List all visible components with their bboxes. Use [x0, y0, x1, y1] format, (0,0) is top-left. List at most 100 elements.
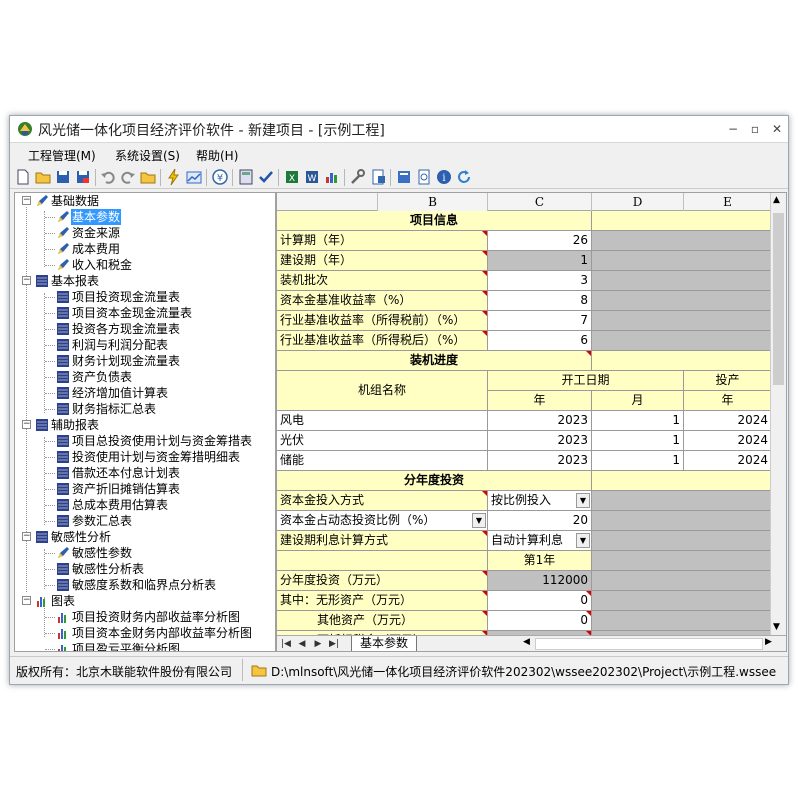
unit-month[interactable]: 1 [592, 451, 684, 471]
last-sheet-icon[interactable]: ▶| [327, 637, 341, 651]
open-folder-icon[interactable] [34, 168, 52, 186]
close-button[interactable]: ✕ [766, 119, 788, 139]
tree-item[interactable]: 项目资本金现金流量表 [71, 305, 193, 321]
tree-item[interactable]: 项目盈亏平衡分析图 [71, 641, 181, 651]
tree-group-label[interactable]: 基本报表 [50, 273, 100, 289]
tree-item[interactable]: 利润与利润分配表 [71, 337, 169, 353]
year-header[interactable]: 年 [488, 391, 592, 411]
param-label[interactable]: 建设期（年） [277, 251, 488, 271]
section-title[interactable]: 装机进度 [277, 351, 592, 371]
unit-name[interactable]: 风电 [277, 411, 488, 431]
param-value[interactable]: 26 [488, 231, 592, 251]
excel-export-icon[interactable]: X [283, 168, 301, 186]
tree-toggle-basic-reports[interactable]: − [22, 276, 31, 285]
tree-group-label[interactable]: 敏感性分析 [50, 529, 112, 545]
chart-export-icon[interactable] [185, 168, 203, 186]
info-icon[interactable]: i [435, 168, 453, 186]
hscroll-right-icon[interactable]: ▶ [765, 637, 772, 647]
annual-label[interactable]: 分年度投资（万元） [277, 571, 488, 591]
tree-item[interactable]: 敏感度系数和临界点分析表 [71, 577, 217, 593]
param-value[interactable]: 3 [488, 271, 592, 291]
menu-settings[interactable]: 系统设置(S) [115, 147, 180, 164]
section-title[interactable]: 项目信息 [277, 211, 592, 231]
restore-button[interactable]: ▫ [744, 119, 766, 139]
tree-item[interactable]: 财务计划现金流量表 [71, 353, 181, 369]
invest-mode-select[interactable]: 按比例投入 ▼ [488, 491, 592, 511]
scroll-up-icon[interactable]: ▲ [773, 195, 780, 205]
dropdown-arrow-icon[interactable]: ▼ [576, 533, 590, 548]
prod-header[interactable]: 投产 [684, 371, 772, 391]
tree-item[interactable]: 投资使用计划与资金筹措明细表 [71, 449, 241, 465]
annual-value[interactable]: 112000 [488, 571, 592, 591]
unit-year[interactable]: 2023 [488, 411, 592, 431]
bar-chart-icon[interactable] [323, 168, 341, 186]
tree-item-revenue-tax[interactable]: 收入和税金 [71, 257, 133, 273]
tree-item[interactable]: 借款还本付息计划表 [71, 465, 181, 481]
unit-prod-year[interactable]: 2024 [684, 411, 772, 431]
invest-mode-label[interactable]: 资本金投入方式 [277, 491, 488, 511]
interest-label[interactable]: 建设期利息计算方式 [277, 531, 488, 551]
horizontal-scrollbar[interactable] [535, 638, 763, 650]
tree-item[interactable]: 项目总投资使用计划与资金筹措表 [71, 433, 253, 449]
column-header[interactable]: C [488, 193, 592, 211]
tree-item[interactable]: 资产负债表 [71, 369, 133, 385]
unit-year[interactable]: 2023 [488, 431, 592, 451]
tree-item[interactable]: 总成本费用估算表 [71, 497, 169, 513]
prev-sheet-icon[interactable]: ◀ [295, 637, 309, 651]
new-file-icon[interactable] [14, 168, 32, 186]
column-header[interactable]: E [684, 193, 772, 211]
dropdown-arrow-icon[interactable]: ▼ [576, 493, 590, 508]
param-label[interactable]: 行业基准收益率（所得税前）（%） [277, 311, 488, 331]
year1-header[interactable]: 第1年 [488, 551, 592, 571]
scroll-down-icon[interactable]: ▼ [773, 622, 780, 632]
unit-prod-year[interactable]: 2024 [684, 431, 772, 451]
tree-item[interactable]: 资产折旧摊销估算表 [71, 481, 181, 497]
hscroll-left-icon[interactable]: ◀ [523, 637, 530, 647]
refresh-icon[interactable] [455, 168, 473, 186]
unit-year[interactable]: 2023 [488, 451, 592, 471]
document-icon[interactable] [369, 168, 387, 186]
tree-toggle-sensitivity[interactable]: − [22, 532, 31, 541]
tree-group-label[interactable]: 图表 [50, 593, 76, 609]
minimize-button[interactable]: − [722, 119, 744, 139]
tree-item[interactable]: 参数汇总表 [71, 513, 133, 529]
param-label[interactable]: 计算期（年） [277, 231, 488, 251]
tree-item[interactable]: 项目投资现金流量表 [71, 289, 181, 305]
param-value[interactable]: 8 [488, 291, 592, 311]
tree-group-label[interactable]: 基础数据 [50, 193, 100, 209]
column-header[interactable]: B [377, 193, 488, 211]
column-header[interactable]: D [592, 193, 684, 211]
first-sheet-icon[interactable]: |◀ [279, 637, 293, 651]
save-icon[interactable] [54, 168, 72, 186]
tree-item[interactable]: 经济增加值计算表 [71, 385, 169, 401]
unit-prod-year[interactable]: 2024 [684, 451, 772, 471]
calculator-icon[interactable] [237, 168, 255, 186]
tree-item[interactable]: 财务指标汇总表 [71, 401, 157, 417]
annual-label[interactable]: 其他资产（万元） [277, 611, 488, 631]
currency-icon[interactable]: ¥ [211, 168, 229, 186]
tree-item-funding[interactable]: 资金来源 [71, 225, 121, 241]
save-as-icon[interactable] [74, 168, 92, 186]
param-value[interactable]: 7 [488, 311, 592, 331]
param-value[interactable]: 1 [488, 251, 592, 271]
tree-item[interactable]: 项目投资财务内部收益率分析图 [71, 609, 241, 625]
sheet-tab[interactable]: 基本参数 [351, 636, 418, 651]
annual-value[interactable]: 0 [488, 611, 592, 631]
param-label[interactable]: 资本金基准收益率（%） [277, 291, 488, 311]
interest-select[interactable]: 自动计算利息 ▼ [488, 531, 592, 551]
book-icon[interactable] [395, 168, 413, 186]
tools-icon[interactable] [349, 168, 367, 186]
tree-item[interactable]: 项目资本金财务内部收益率分析图 [71, 625, 253, 641]
undo-icon[interactable] [99, 168, 117, 186]
menu-help[interactable]: 帮助(H) [196, 147, 238, 164]
scroll-thumb[interactable] [773, 213, 784, 385]
param-value[interactable]: 6 [488, 331, 592, 351]
check-icon[interactable] [257, 168, 275, 186]
dropdown-arrow-icon[interactable]: ▼ [472, 513, 486, 528]
prod-year-header[interactable]: 年 [684, 391, 772, 411]
section-title[interactable]: 分年度投资 [277, 471, 592, 491]
equity-ratio-select[interactable]: 资本金占动态投资比例（%） ▼ [277, 511, 488, 531]
tree-item[interactable]: 投资各方现金流量表 [71, 321, 181, 337]
tree-item[interactable]: 敏感性分析表 [71, 561, 145, 577]
print-preview-icon[interactable] [415, 168, 433, 186]
